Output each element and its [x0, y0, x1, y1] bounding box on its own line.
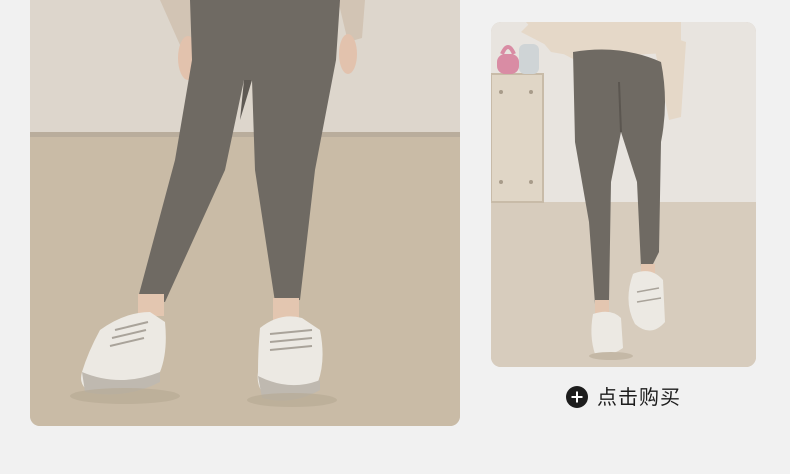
leggings-back-photo-icon: [491, 22, 756, 367]
buy-now-button[interactable]: 点击购买: [566, 384, 681, 410]
product-main-photo: [30, 0, 460, 426]
product-detail-section: 点击购买: [0, 0, 790, 474]
plus-circle-icon: [566, 386, 588, 408]
leggings-front-photo-icon: [30, 0, 460, 426]
buy-now-label: 点击购买: [597, 385, 681, 409]
product-secondary-photo: [491, 22, 756, 367]
